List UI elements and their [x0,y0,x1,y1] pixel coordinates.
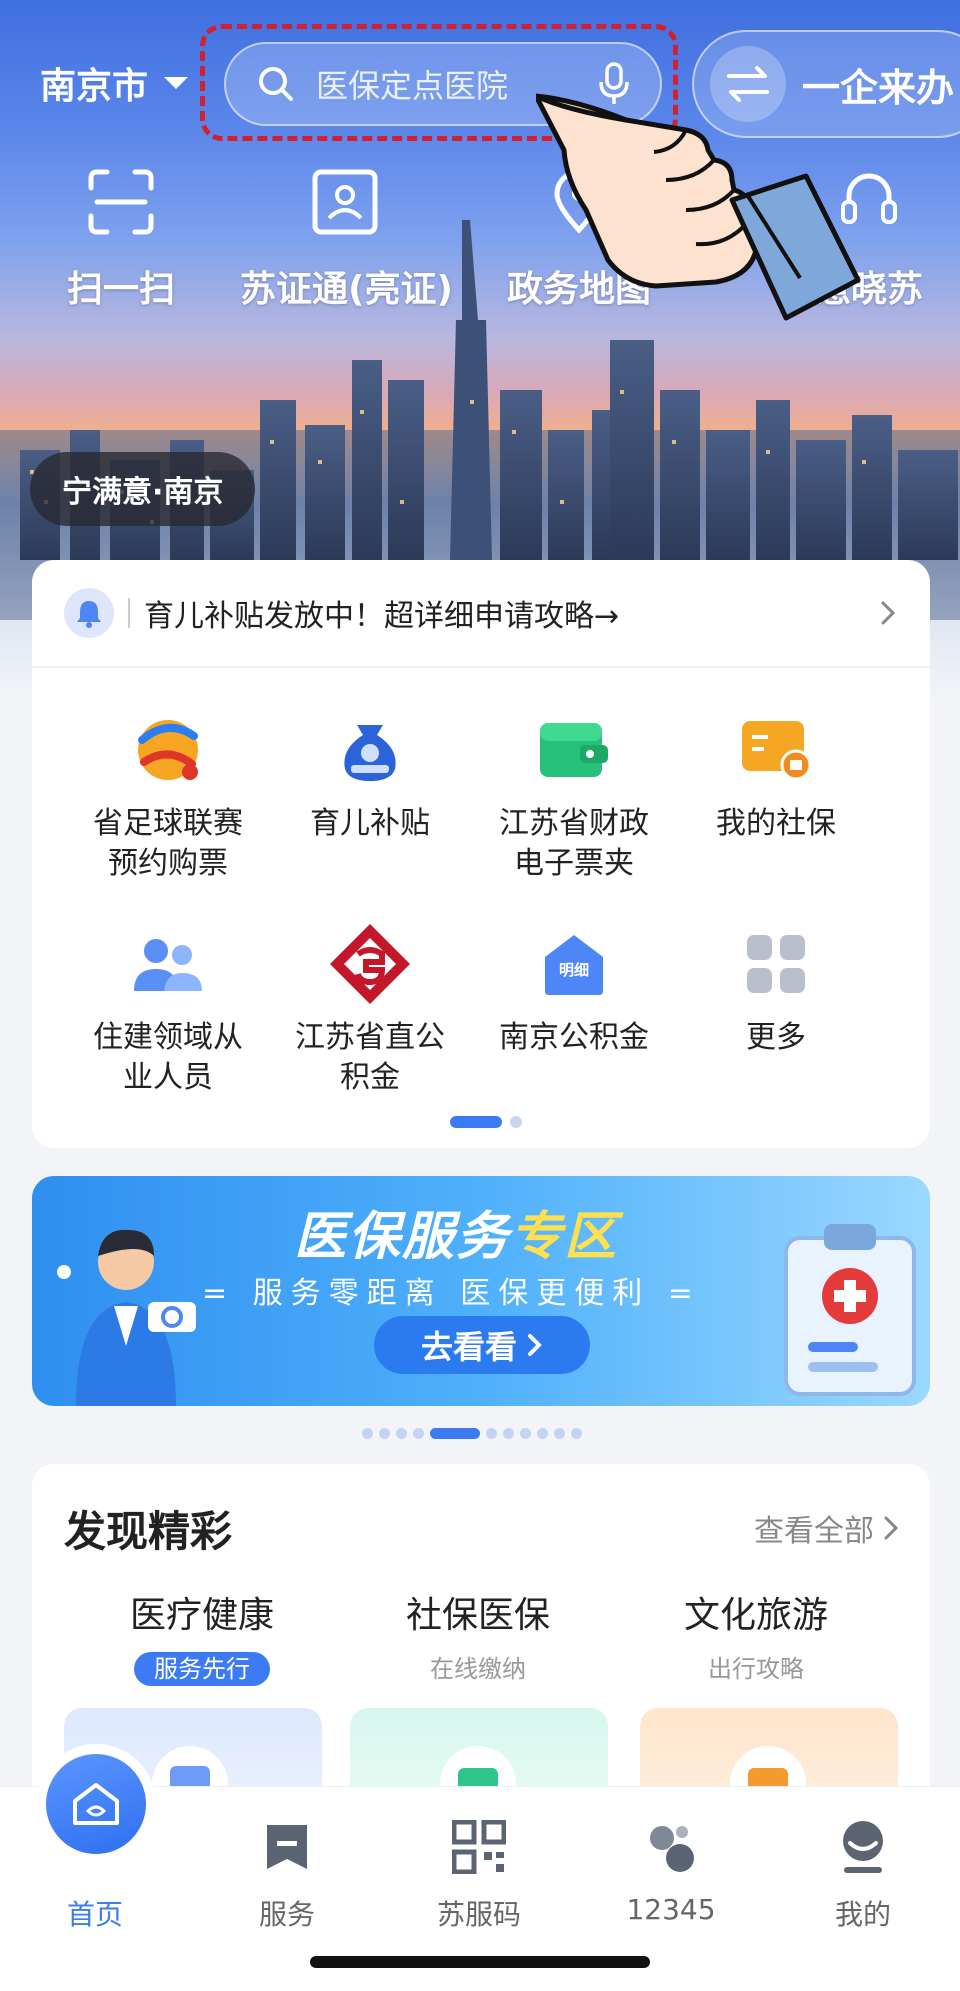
notice-divider [128,598,130,628]
pager-dot [571,1428,582,1439]
profile-icon [843,1821,883,1873]
category-name: 文化旅游 [683,1595,828,1636]
banner-title-highlight: 专区 [510,1207,619,1267]
provident-fund-logo-icon [330,924,410,1004]
caret-down-icon [164,77,189,89]
banner-go-label: 去看看 [420,1328,517,1366]
slogan-badge[interactable]: 宁满意·南京 [30,452,256,526]
quick-action-id-card[interactable]: 苏证通(亮证) [240,162,453,312]
tab-hotline[interactable]: 12345 [596,1815,746,1926]
service-social-security[interactable]: 我的社保 [664,710,888,844]
service-provincial-fund[interactable]: 江苏省直公 积金 [258,924,482,1098]
service-label: 育儿补贴 [310,806,430,841]
qr-code-icon [452,1820,506,1874]
home-icon[interactable] [46,1754,146,1854]
id-card-icon [312,169,378,235]
tab-profile[interactable]: 我的 [788,1815,938,1933]
svg-text:明细: 明细 [559,961,589,979]
city-selector[interactable]: 南京市 [40,58,189,108]
tab-label: 服务 [258,1898,315,1931]
chevron-right-icon [884,1516,898,1540]
service-childcare-subsidy[interactable]: 育儿补贴 [258,710,482,844]
more-grid-icon [747,935,805,993]
service-label: 省足球联赛 预约购票 [93,806,243,881]
medical-clipboard-icon [784,1224,916,1396]
service-bookmark-icon [267,1825,307,1869]
category-subtitle: 出行攻略 [708,1655,804,1683]
service-more[interactable]: 更多 [664,924,888,1058]
banner-go-button[interactable]: 去看看 [374,1316,590,1374]
notice-text: 育儿补贴发放中！超详细申请攻略→ [144,599,620,634]
service-label: 更多 [746,1020,806,1055]
service-label: 南京公积金 [499,1020,649,1055]
services-pager [450,1116,522,1128]
chevron-right-icon [881,601,896,625]
pager-dot-active [450,1116,502,1128]
service-nanjing-fund[interactable]: 明细 南京公积金 [462,924,686,1058]
football-league-icon [138,720,198,780]
house-details-icon: 明细 [545,935,603,995]
hotline-icon [650,1826,694,1872]
pager-dot-active [430,1428,480,1439]
pointing-hand-illustration [536,93,861,321]
category-name: 医疗健康 [129,1595,274,1636]
scan-icon [88,169,154,235]
pager-dot [413,1428,424,1439]
pager-dot [520,1428,531,1439]
tab-service[interactable]: 服务 [212,1815,362,1933]
view-all-link[interactable]: 查看全部 [754,1506,898,1550]
service-label: 江苏省直公 积金 [295,1020,445,1095]
quick-action-scan[interactable]: 扫一扫 [16,162,226,312]
category-culture-travel[interactable]: 文化旅游 出行攻略 [626,1586,886,1686]
category-name: 社保医保 [405,1595,550,1636]
home-indicator [310,1956,650,1968]
pager-dot [537,1428,548,1439]
pager-dot [510,1116,522,1128]
medical-insurance-banner[interactable]: 医保服务专区 = 服务零距离 医保更便利 = 去看看 [32,1176,930,1406]
banner-title: 医保服务专区 [294,1194,618,1269]
services-card: 育儿补贴发放中！超详细申请攻略→ 省足球联赛 预约购票 育儿补贴 江苏省财政 电… [32,560,930,1148]
pager-dot [379,1428,390,1439]
quick-action-label: 苏证通(亮证) [240,269,453,310]
service-label: 江苏省财政 电子票夹 [499,806,649,881]
pager-dot [362,1428,373,1439]
search-icon [259,67,293,101]
pager-dot [396,1428,407,1439]
tab-label: 12345 [626,1893,716,1926]
banner-title-main: 医保服务 [294,1207,511,1267]
category-badge: 服务先行 [134,1652,270,1686]
pager-dot [554,1428,565,1439]
tab-label: 首页 [66,1898,123,1931]
banner-subtitle: = 服务零距离 医保更便利 = [202,1276,701,1311]
tab-label: 苏服码 [436,1898,521,1931]
category-medical-health[interactable]: 医疗健康 服务先行 [72,1586,332,1686]
service-label: 我的社保 [716,806,836,841]
service-construction-workers[interactable]: 住建领域从 业人员 [56,924,280,1098]
people-icon [134,939,202,991]
category-subtitle: 在线缴纳 [430,1655,526,1683]
pager-dot [486,1428,497,1439]
bell-icon [64,588,114,638]
category-social-insurance[interactable]: 社保医保 在线缴纳 [348,1586,608,1686]
social-security-icon [742,721,812,781]
tab-qr-code[interactable]: 苏服码 [404,1815,554,1933]
view-all-label: 查看全部 [754,1514,874,1549]
city-name: 南京市 [40,66,149,107]
service-finance-wallet[interactable]: 江苏省财政 电子票夹 [462,710,686,884]
childcare-subsidy-icon [344,725,396,781]
service-football-tickets[interactable]: 省足球联赛 预约购票 [56,710,280,884]
tab-label: 我的 [834,1898,891,1931]
quick-action-label: 扫一扫 [66,269,175,310]
notice-bar[interactable]: 育儿补贴发放中！超详细申请攻略→ [32,560,930,668]
banner-pager [362,1428,582,1439]
discover-title: 发现精彩 [64,1507,233,1556]
service-label: 住建领域从 业人员 [93,1020,243,1095]
service-person-illustration [57,1229,196,1406]
pager-dot [503,1428,514,1439]
chevron-right-icon [528,1334,542,1356]
wallet-icon [540,723,608,777]
